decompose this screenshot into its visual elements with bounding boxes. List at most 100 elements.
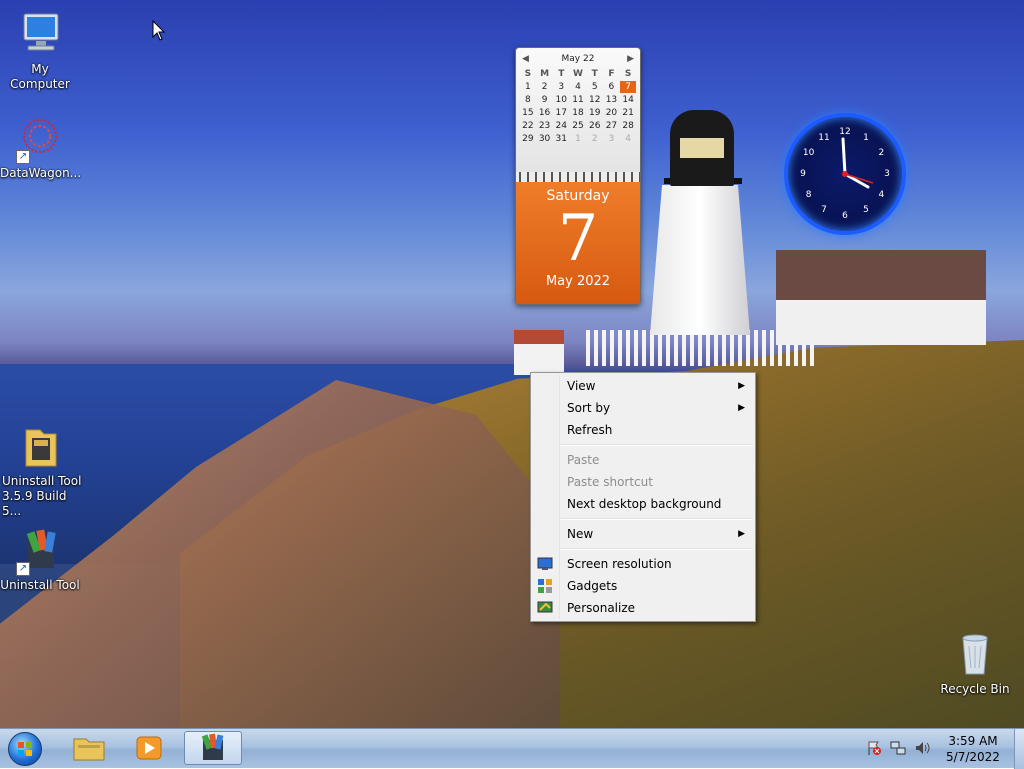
calendar-month-header: May 22 xyxy=(561,54,595,64)
submenu-arrow-icon: ▶ xyxy=(738,529,745,539)
desktop-icon-recycle-bin[interactable]: Recycle Bin xyxy=(935,632,1015,697)
start-button[interactable] xyxy=(4,731,46,767)
calendar-day-cell[interactable]: 2 xyxy=(537,81,553,93)
calendar-weekday-header: M xyxy=(540,69,550,79)
calendar-day-cell[interactable]: 7 xyxy=(620,81,636,93)
uninstall-tool-icon xyxy=(201,733,224,760)
desktop-icon-label: Uninstall Tool xyxy=(0,578,80,592)
calendar-day-cell[interactable]: 20 xyxy=(604,107,620,119)
menu-item-screen-resolution[interactable]: Screen resolution xyxy=(533,553,753,575)
taskbar-windows-explorer-button[interactable] xyxy=(60,731,118,765)
menu-item-gadgets[interactable]: Gadgets xyxy=(533,575,753,597)
calendar-day-cell[interactable]: 30 xyxy=(537,133,553,145)
calendar-day-cell[interactable]: 11 xyxy=(570,94,586,106)
calendar-weekday-header: F xyxy=(608,69,615,79)
taskbar-uninstall-tool-button[interactable] xyxy=(184,731,242,765)
calendar-weekday-header: T xyxy=(591,69,598,79)
menu-separator xyxy=(561,548,753,550)
calendar-day-cell[interactable]: 6 xyxy=(604,81,620,93)
calendar-day-cell[interactable]: 29 xyxy=(520,133,536,145)
folder-icon xyxy=(16,424,64,472)
calendar-day-cell[interactable]: 4 xyxy=(570,81,586,93)
calendar-prev-month-button[interactable]: ◀ xyxy=(522,54,529,64)
wallpaper-house xyxy=(776,300,986,345)
desktop-icon-uninstall-tool[interactable]: ↗ Uninstall Tool xyxy=(0,528,80,593)
wallpaper-house-roof xyxy=(776,250,986,302)
desktop-icon-label: DataWagon... xyxy=(0,166,82,180)
calendar-day-cell[interactable]: 14 xyxy=(620,94,636,106)
calendar-day-cell[interactable]: 16 xyxy=(537,107,553,119)
taskbar-media-player-button[interactable] xyxy=(120,731,178,765)
wallpaper-lighthouse xyxy=(650,185,750,335)
calendar-day-cell[interactable]: 3 xyxy=(604,133,620,145)
menu-item-personalize[interactable]: Personalize xyxy=(533,597,753,619)
calendar-day-cell[interactable]: 23 xyxy=(537,120,553,132)
clock-hands xyxy=(841,137,874,189)
calendar-day-cell[interactable]: 10 xyxy=(553,94,569,106)
volume-icon[interactable] xyxy=(914,740,930,756)
menu-item-paste[interactable]: Paste xyxy=(533,449,753,471)
calendar-day-cell[interactable]: 17 xyxy=(553,107,569,119)
calendar-day-cell[interactable]: 4 xyxy=(620,133,636,145)
desktop-icon-datawagon[interactable]: ↗ DataWagon... xyxy=(0,116,82,181)
submenu-arrow-icon: ▶ xyxy=(738,403,745,413)
clock-gadget[interactable]: 12 1 2 3 4 5 6 7 8 9 10 11 xyxy=(784,113,906,235)
calendar-day-cell[interactable]: 12 xyxy=(587,94,603,106)
calendar-day-cell[interactable]: 1 xyxy=(520,81,536,93)
calendar-day-cell[interactable]: 3 xyxy=(553,81,569,93)
calendar-next-month-button[interactable]: ▶ xyxy=(627,54,634,64)
menu-item-sort-by[interactable]: Sort by ▶ xyxy=(533,397,753,419)
calendar-day-cell[interactable]: 28 xyxy=(620,120,636,132)
action-center-flag-icon[interactable] xyxy=(866,740,882,756)
calendar-day-cell[interactable]: 18 xyxy=(570,107,586,119)
calendar-day-grid: S M T W T F S 1 2 3 4 5 6 7 8 9 10 11 12 13 14 15 16 17 18 19 20 21… xyxy=(516,66,640,147)
calendar-weekday-header: T xyxy=(558,69,565,79)
calendar-gadget[interactable]: ◀ May 22 ▶ S M T W T F S 1 2 3 4 5 6 7 8 9 10 11 12 13 14 15 1… xyxy=(515,47,641,305)
desktop-icon-label: My Computer xyxy=(10,62,70,91)
calendar-day-cell[interactable]: 13 xyxy=(604,94,620,106)
shortcut-arrow-icon: ↗ xyxy=(16,150,30,164)
calendar-day-cell[interactable]: 26 xyxy=(587,120,603,132)
calendar-day-cell[interactable]: 25 xyxy=(570,120,586,132)
menu-item-next-desktop-background[interactable]: Next desktop background xyxy=(533,493,753,515)
calendar-day-cell[interactable]: 8 xyxy=(520,94,536,106)
windows-explorer-icon xyxy=(73,738,105,761)
desktop-background[interactable]: My Computer ↗ DataWagon... Uninstall Too… xyxy=(0,0,1024,728)
calendar-day-cell[interactable]: 24 xyxy=(553,120,569,132)
menu-item-view[interactable]: View ▶ xyxy=(533,375,753,397)
calendar-day-number: 7 xyxy=(557,202,599,276)
calendar-month-view: ◀ May 22 ▶ S M T W T F S 1 2 3 4 5 6 7 8 9 10 11 12 13 14 15 1… xyxy=(516,48,640,172)
calendar-day-cell[interactable]: 5 xyxy=(587,81,603,93)
menu-item-refresh[interactable]: Refresh xyxy=(533,419,753,441)
calendar-day-cell[interactable]: 1 xyxy=(570,133,586,145)
gadgets-icon xyxy=(538,579,552,593)
recycle-bin-icon xyxy=(951,632,999,680)
menu-item-new[interactable]: New ▶ xyxy=(533,523,753,545)
network-icon[interactable] xyxy=(890,740,906,756)
calendar-day-cell[interactable]: 21 xyxy=(620,107,636,119)
show-desktop-button[interactable] xyxy=(1014,729,1024,769)
calendar-day-cell[interactable]: 27 xyxy=(604,120,620,132)
calendar-day-cell[interactable]: 2 xyxy=(587,133,603,145)
calendar-day-cell[interactable]: 19 xyxy=(587,107,603,119)
menu-separator xyxy=(561,518,753,520)
desktop-context-menu: View ▶ Sort by ▶ Refresh Paste Paste short… xyxy=(530,372,756,622)
media-player-icon xyxy=(136,736,162,760)
calendar-day-cell[interactable]: 22 xyxy=(520,120,536,132)
mouse-cursor-icon xyxy=(152,20,166,41)
taskbar-date: 5/7/2022 xyxy=(946,750,1000,764)
submenu-arrow-icon: ▶ xyxy=(738,381,745,391)
uninstall-tool-icon: ↗ xyxy=(16,528,64,576)
taskbar-clock[interactable]: 3:59 AM 5/7/2022 xyxy=(940,733,1006,765)
menu-item-paste-shortcut[interactable]: Paste shortcut xyxy=(533,471,753,493)
calendar-day-view[interactable]: Saturday 7 May 2022 xyxy=(516,182,640,304)
desktop-icon-uninstall-tool-folder[interactable]: Uninstall Tool 3.5.9 Build 5... xyxy=(0,424,82,519)
calendar-day-cell[interactable]: 15 xyxy=(520,107,536,119)
computer-icon xyxy=(16,12,64,60)
clock-center-pin xyxy=(842,171,848,177)
desktop-icon-label: Uninstall Tool 3.5.9 Build 5... xyxy=(2,474,82,518)
calendar-day-cell[interactable]: 9 xyxy=(537,94,553,106)
calendar-day-cell[interactable]: 31 xyxy=(553,133,569,145)
desktop-icon-my-computer[interactable]: My Computer xyxy=(0,12,80,92)
clock-minute-hand xyxy=(841,137,847,176)
